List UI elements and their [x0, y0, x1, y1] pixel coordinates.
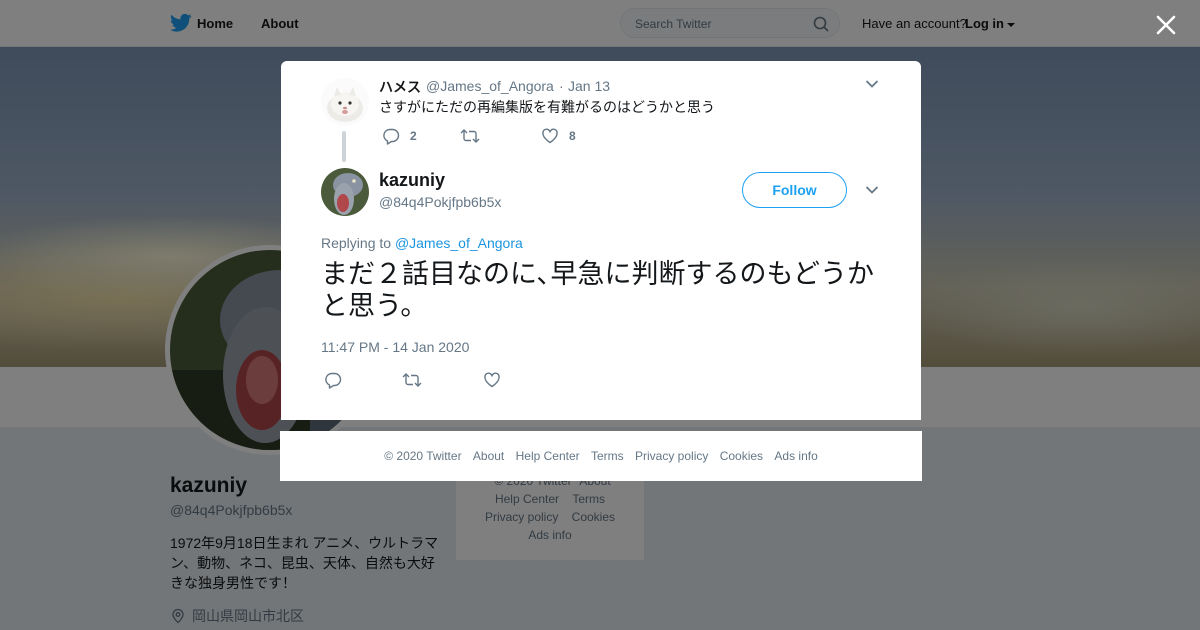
- retweet-icon: [460, 129, 480, 143]
- chevron-down-icon[interactable]: [865, 79, 879, 89]
- context-tweet-text: さすがにただの再編集版を有難がるのはどうかと思う: [379, 99, 715, 115]
- context-tweet-date[interactable]: Jan 13: [568, 78, 610, 94]
- modal-footer-help-link[interactable]: Help Center: [516, 449, 580, 463]
- replying-to-link[interactable]: @James_of_Angora: [395, 235, 523, 251]
- main-tweet-avatar[interactable]: [321, 168, 369, 216]
- reply-icon: [383, 128, 400, 145]
- chevron-down-icon[interactable]: [865, 185, 879, 195]
- main-retweet-action[interactable]: [402, 371, 422, 389]
- main-reply-action[interactable]: [324, 371, 342, 389]
- retweet-icon: [402, 373, 422, 387]
- modal-footer: © 2020 Twitter About Help Center Terms P…: [280, 431, 922, 481]
- modal-footer-terms-link[interactable]: Terms: [591, 449, 624, 463]
- modal-footer-privacy-link[interactable]: Privacy policy: [635, 449, 708, 463]
- context-tweet-name[interactable]: ハメス: [379, 77, 421, 97]
- main-like-action[interactable]: [483, 371, 501, 389]
- follow-button[interactable]: Follow: [742, 172, 847, 208]
- main-tweet-handle[interactable]: @84q4Pokjfpb6b5x: [379, 194, 501, 210]
- replying-to-prefix: Replying to: [321, 235, 392, 251]
- like-icon: [484, 372, 500, 388]
- context-tweet-avatar[interactable]: [321, 78, 369, 126]
- like-icon: [542, 128, 558, 144]
- context-reply-action[interactable]: 2: [382, 127, 432, 145]
- thread-connector-line: [342, 131, 346, 162]
- white-cat-avatar-image: [321, 78, 369, 126]
- context-reply-count: 2: [410, 129, 417, 143]
- modal-footer-copyright: © 2020 Twitter: [384, 449, 462, 463]
- tweet-permalink-modal: ハメス @James_of_Angora · Jan 13 さすがにただの再編集…: [281, 61, 921, 420]
- context-tweet-separator: ·: [559, 78, 564, 94]
- modal-footer-ads-link[interactable]: Ads info: [774, 449, 817, 463]
- context-retweet-action[interactable]: [460, 127, 490, 145]
- reply-icon: [325, 372, 342, 389]
- shoebill-avatar-image: [321, 168, 369, 216]
- replying-to-line: Replying to @James_of_Angora: [321, 235, 523, 251]
- main-tweet-text: まだ２話目なのに､早急に判断するのもどうかと思う。: [321, 259, 874, 322]
- main-tweet-name[interactable]: kazuniy: [379, 170, 445, 191]
- context-tweet-handle[interactable]: @James_of_Angora: [426, 78, 554, 94]
- close-icon[interactable]: [1154, 13, 1178, 37]
- context-like-count: 8: [569, 129, 576, 143]
- main-tweet-timestamp[interactable]: 11:47 PM - 14 Jan 2020: [321, 339, 469, 355]
- modal-footer-about-link[interactable]: About: [473, 449, 504, 463]
- modal-footer-cookies-link[interactable]: Cookies: [720, 449, 763, 463]
- context-like-action[interactable]: 8: [541, 127, 591, 145]
